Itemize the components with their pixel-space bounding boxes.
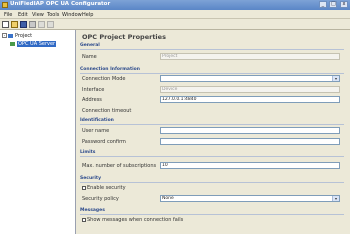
properties-panel: OPC Project Properties General Name Proj… xyxy=(76,30,350,234)
window-title: UniFiedIAP OPC UA Configurator xyxy=(10,1,111,7)
open-icon[interactable] xyxy=(11,21,18,28)
menu-bar: File Edit View Tools Window Help xyxy=(0,10,350,19)
minimize-button[interactable]: _ xyxy=(318,1,327,8)
tree-item-opc-server[interactable]: OPC UA Server xyxy=(10,41,57,47)
name-label: Name xyxy=(82,54,97,60)
user-name-field[interactable] xyxy=(160,127,340,134)
enable-security-checkbox[interactable]: Enable security xyxy=(82,185,126,191)
max-subscriptions-field[interactable]: 10 xyxy=(160,162,340,169)
menu-tools[interactable]: Tools xyxy=(47,12,59,18)
address-field[interactable]: 127.0.0.1:4840 xyxy=(160,96,340,103)
divider xyxy=(80,124,344,125)
toolbar xyxy=(0,19,350,30)
section-connection: Connection Information xyxy=(80,67,140,72)
checkbox-icon[interactable] xyxy=(82,217,86,222)
chevron-down-icon[interactable]: ▾ xyxy=(332,76,339,81)
save-icon[interactable] xyxy=(20,21,27,28)
menu-file[interactable]: File xyxy=(4,12,12,18)
interface-field[interactable]: Device xyxy=(160,86,340,93)
app-icon xyxy=(2,2,8,8)
divider xyxy=(80,49,344,50)
section-general: General xyxy=(80,43,100,48)
name-field[interactable]: Project xyxy=(160,53,340,60)
maximize-button[interactable]: □ xyxy=(329,1,338,8)
connection-mode-label: Connection Mode xyxy=(82,76,126,82)
section-security: Security xyxy=(80,176,102,181)
password-field[interactable] xyxy=(160,138,340,145)
project-tree: - Project OPC UA Server xyxy=(0,30,76,234)
section-limits: Limits xyxy=(80,150,96,155)
collapse-icon[interactable]: - xyxy=(2,33,7,38)
timeout-label: Connection timeout xyxy=(82,108,132,114)
menu-edit[interactable]: Edit xyxy=(18,12,28,18)
section-messages: Messages xyxy=(80,208,105,213)
panel-title: OPC Project Properties xyxy=(82,33,166,41)
divider xyxy=(80,214,344,215)
checkbox-icon[interactable] xyxy=(82,185,86,190)
divider xyxy=(80,156,344,157)
menu-help[interactable]: Help xyxy=(82,12,93,18)
close-button[interactable]: x xyxy=(340,1,348,8)
user-name-label: User name xyxy=(82,128,110,134)
address-label: Address xyxy=(82,97,102,103)
password-label: Password confirm xyxy=(82,139,126,145)
menu-window[interactable]: Window xyxy=(62,12,82,18)
security-policy-select[interactable]: None ▾ xyxy=(160,195,340,202)
server-icon xyxy=(10,41,15,46)
undo-icon[interactable] xyxy=(38,21,45,28)
divider xyxy=(80,182,344,183)
max-subscriptions-label: Max. number of subscriptions xyxy=(82,163,157,169)
section-identification: Identification xyxy=(80,118,114,123)
connection-mode-select[interactable]: ▾ xyxy=(160,75,340,82)
chevron-down-icon[interactable]: ▾ xyxy=(332,196,339,201)
title-bar: UniFiedIAP OPC UA Configurator _ □ x xyxy=(0,0,350,10)
security-policy-label: Security policy xyxy=(82,196,119,202)
show-messages-checkbox[interactable]: Show messages when connection fails xyxy=(82,217,183,223)
menu-view[interactable]: View xyxy=(32,12,44,18)
redo-icon[interactable] xyxy=(47,21,54,28)
cut-icon[interactable] xyxy=(29,21,36,28)
new-icon[interactable] xyxy=(2,21,9,28)
project-icon xyxy=(8,33,13,38)
interface-label: Interface xyxy=(82,87,105,93)
tree-item-project[interactable]: - Project xyxy=(2,33,32,39)
divider xyxy=(80,73,344,74)
